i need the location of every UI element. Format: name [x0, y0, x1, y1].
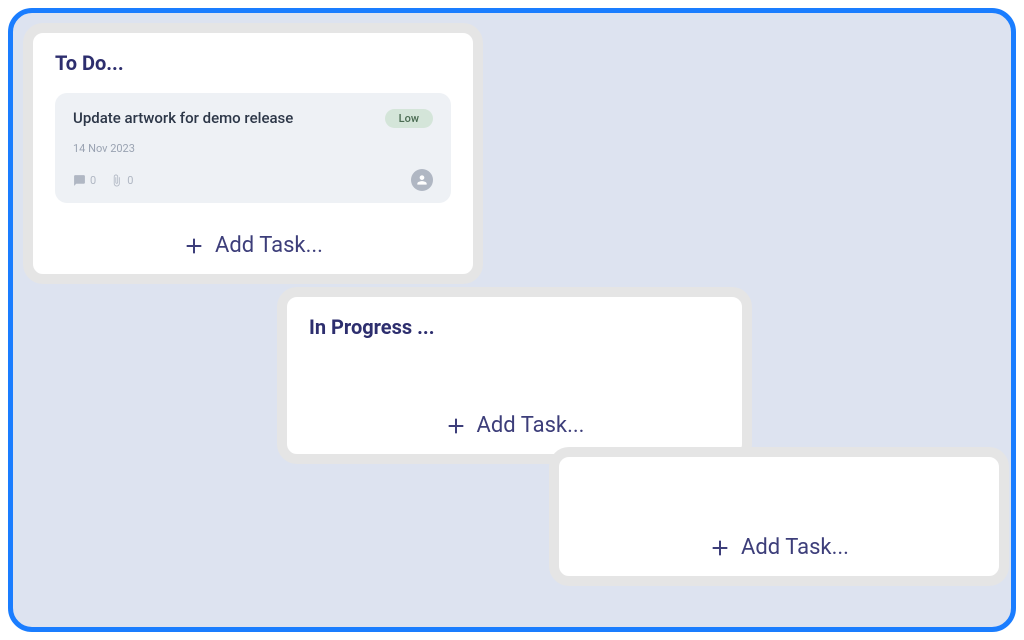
comments-meta: 0: [73, 174, 96, 187]
plus-icon: [445, 415, 467, 437]
person-icon: [415, 173, 429, 187]
board-frame: To Do... Update artwork for demo release…: [8, 8, 1016, 632]
priority-badge: Low: [385, 109, 433, 128]
task-date: 14 Nov 2023: [73, 142, 433, 155]
add-task-button-todo[interactable]: Add Task...: [55, 225, 451, 262]
avatar: [411, 169, 433, 191]
attachments-count: 0: [127, 174, 133, 187]
comment-icon: [73, 174, 86, 187]
attachments-meta: 0: [110, 174, 133, 187]
comments-count: 0: [90, 174, 96, 187]
plus-icon: [183, 235, 205, 257]
column-title-in-progress: In Progress ...: [309, 315, 720, 339]
task-footer: 0 0: [73, 169, 433, 191]
column-body-empty: [309, 357, 720, 405]
plus-icon: [709, 537, 731, 559]
column-title-todo: To Do...: [55, 51, 451, 75]
attachment-icon: [110, 174, 123, 187]
column-todo: To Do... Update artwork for demo release…: [23, 23, 483, 284]
task-title: Update artwork for demo release: [73, 109, 293, 127]
add-task-label: Add Task...: [477, 413, 585, 438]
column-third: Add Task...: [549, 447, 1009, 586]
column-body-empty: [581, 475, 977, 527]
add-task-label: Add Task...: [215, 233, 323, 258]
column-in-progress: In Progress ... Add Task...: [277, 287, 752, 464]
task-card[interactable]: Update artwork for demo release Low 14 N…: [55, 93, 451, 203]
add-task-button-third[interactable]: Add Task...: [581, 527, 977, 564]
task-header: Update artwork for demo release Low: [73, 109, 433, 128]
task-meta: 0 0: [73, 174, 133, 187]
add-task-button-in-progress[interactable]: Add Task...: [309, 405, 720, 442]
add-task-label: Add Task...: [741, 535, 849, 560]
